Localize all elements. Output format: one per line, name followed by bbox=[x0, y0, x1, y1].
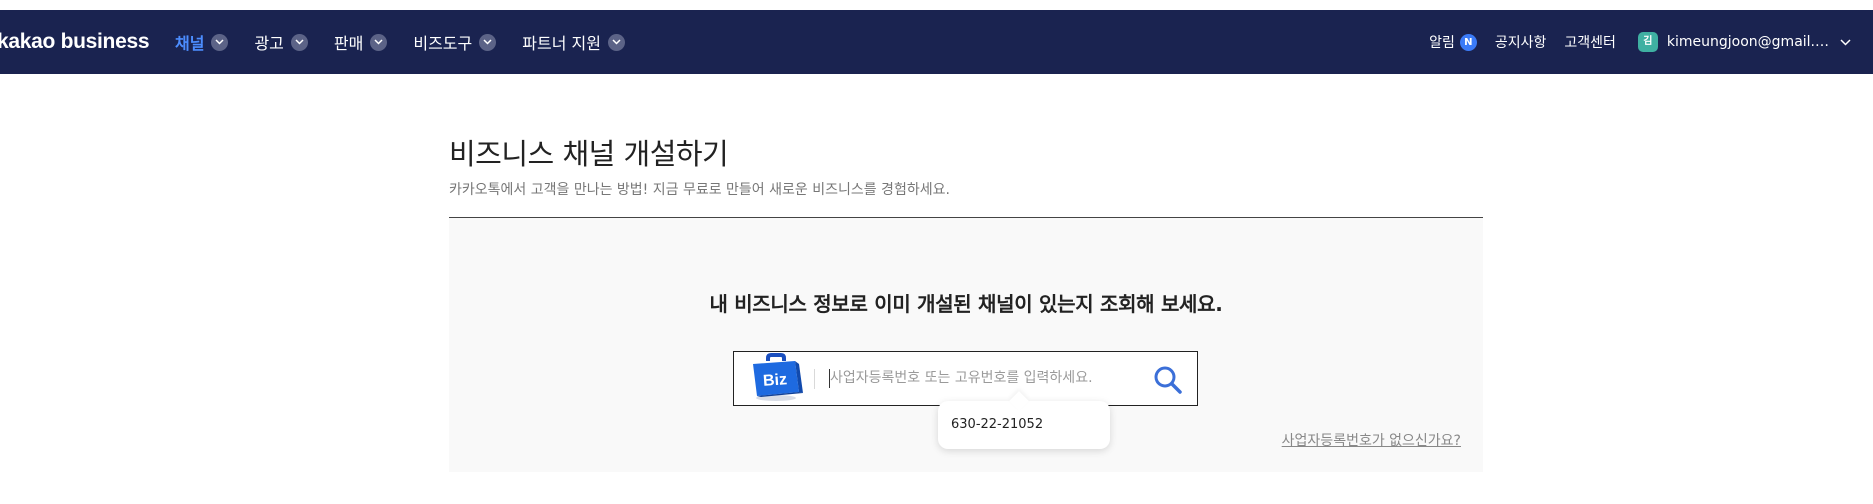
avatar: 김 bbox=[1637, 32, 1658, 52]
search-icon[interactable] bbox=[1152, 364, 1184, 396]
biz-icon-text: Biz bbox=[762, 371, 787, 390]
page-subtitle: 카카오톡에서 고객을 만나는 방법! 지금 무료로 만들어 새로운 비즈니스를 … bbox=[449, 182, 950, 198]
autocomplete-suggestion[interactable]: 630-22-21052 bbox=[951, 417, 1043, 432]
search-divider bbox=[814, 369, 815, 389]
chevron-down-icon bbox=[290, 33, 308, 51]
nav-item-label: 판매 bbox=[333, 34, 364, 53]
kakao-business-logo[interactable]: kakao business bbox=[0, 10, 150, 74]
business-number-input[interactable] bbox=[830, 364, 1160, 392]
user-menu[interactable]: 김 kimeungjoon@gmail.… bbox=[1637, 32, 1851, 52]
new-badge: N bbox=[1459, 33, 1477, 51]
nav-item-biz-tools[interactable]: 비즈도구 bbox=[413, 30, 497, 54]
nav-item-partner-support[interactable]: 파트너 지원 bbox=[522, 30, 625, 54]
nav-item-label: 채널 bbox=[175, 34, 205, 53]
top-navbar: kakao business 채널 광고 판매 비즈도구 파트너 지원 알림 N… bbox=[0, 10, 1873, 74]
chevron-down-icon bbox=[479, 33, 497, 51]
page-title: 비즈니스 채널 개설하기 bbox=[449, 137, 729, 171]
chevron-down-icon bbox=[370, 33, 388, 51]
nav-item-channel[interactable]: 채널 bbox=[175, 30, 229, 54]
main-nav: 채널 광고 판매 비즈도구 파트너 지원 bbox=[175, 10, 651, 74]
notice-link[interactable]: 공지사항 bbox=[1495, 32, 1547, 52]
chevron-down-icon bbox=[1840, 34, 1851, 50]
nav-item-label: 광고 bbox=[254, 34, 284, 53]
business-number-search: Biz bbox=[733, 351, 1198, 406]
nav-item-sales[interactable]: 판매 bbox=[333, 30, 388, 54]
autocomplete-dropdown: 630-22-21052 bbox=[938, 391, 1110, 449]
alarm-link[interactable]: 알림 N bbox=[1429, 32, 1477, 52]
nav-item-ads[interactable]: 광고 bbox=[254, 30, 308, 54]
biz-briefcase-icon: Biz bbox=[748, 352, 804, 406]
lookup-heading: 내 비즈니스 정보로 이미 개설된 채널이 있는지 조회해 보세요. bbox=[709, 292, 1223, 316]
no-business-number-link[interactable]: 사업자등록번호가 없으신가요? bbox=[1282, 430, 1461, 450]
user-email: kimeungjoon@gmail.… bbox=[1666, 34, 1829, 50]
nav-item-label: 비즈도구 bbox=[413, 34, 473, 53]
top-strip bbox=[0, 0, 1873, 10]
nav-item-label: 파트너 지원 bbox=[522, 34, 601, 53]
chevron-down-icon bbox=[607, 33, 625, 51]
nav-utility-links: 알림 N 공지사항 고객센터 김 kimeungjoon@gmail.… bbox=[1429, 10, 1851, 74]
alarm-label: 알림 bbox=[1429, 35, 1455, 51]
chevron-down-icon bbox=[211, 33, 229, 51]
support-link[interactable]: 고객센터 bbox=[1564, 32, 1616, 52]
channel-lookup-panel: 내 비즈니스 정보로 이미 개설된 채널이 있는지 조회해 보세요. Biz 6… bbox=[449, 218, 1483, 472]
